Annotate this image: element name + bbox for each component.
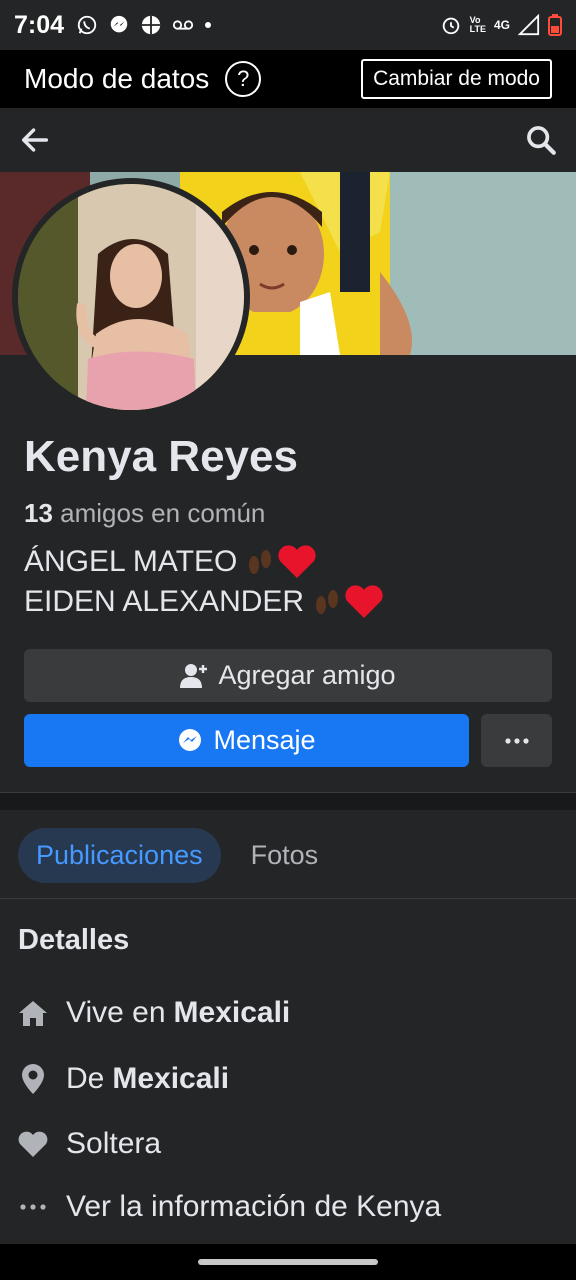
red-heart-emoji-icon (278, 545, 316, 578)
data-mode-title: Modo de datos (24, 63, 210, 94)
alarm-icon (442, 17, 459, 35)
tab-fotos[interactable]: Fotos (251, 828, 319, 883)
search-icon[interactable] (524, 123, 558, 157)
add-person-icon (180, 663, 208, 688)
switch-mode-button[interactable]: Cambiar de modo (361, 59, 552, 99)
notification-dot-icon (205, 22, 212, 28)
arrow-left-icon[interactable] (18, 123, 52, 157)
details-title: Detalles (18, 924, 130, 956)
status-time: 7:04 (14, 10, 65, 39)
red-heart-emoji-icon (345, 585, 383, 618)
profile-avatar[interactable] (12, 178, 250, 416)
footprints-emoji-icon (249, 550, 272, 574)
profile-tabs: Publicaciones Fotos (18, 828, 318, 883)
data-mode-banner: Modo de datos ? Cambiar de modo (0, 50, 576, 108)
nav-bar (0, 108, 576, 172)
whatsapp-icon (77, 15, 97, 35)
bio-line-2: EIDEN ALEXANDER (24, 585, 305, 618)
messenger-icon (110, 15, 128, 33)
network-type: 4G (493, 17, 510, 32)
add-friend-button[interactable]: Agregar amigo (24, 649, 552, 702)
bio-line-1: ÁNGEL MATEO (24, 545, 238, 578)
more-icon (20, 1204, 46, 1210)
volte-indicator: Vo LTE (469, 15, 486, 34)
location-pin-icon (22, 1064, 44, 1094)
home-gesture-handle[interactable] (198, 1259, 378, 1265)
add-friend-label: Agregar amigo (218, 660, 396, 690)
detail-from: De Mexicali (18, 1062, 229, 1096)
home-icon (19, 1001, 47, 1026)
help-button[interactable]: ? (225, 61, 262, 97)
more-icon (504, 737, 529, 744)
voicemail-icon (172, 20, 194, 30)
detail-see-info[interactable]: Ver la información de Kenya (18, 1190, 441, 1224)
profile-bio: ÁNGEL MATEO EIDEN ALEXANDER (24, 542, 384, 622)
detail-lives-in: Vive en Mexicali (18, 996, 290, 1030)
aperture-icon (141, 15, 161, 35)
section-divider (0, 792, 576, 810)
more-options-button[interactable] (481, 714, 552, 767)
signal-icon (518, 14, 540, 36)
heart-icon (18, 1131, 48, 1157)
message-button[interactable]: Mensaje (24, 714, 469, 767)
footprints-emoji-icon (316, 590, 339, 614)
detail-relationship: Soltera (18, 1127, 161, 1161)
message-label: Mensaje (213, 725, 316, 755)
tab-publicaciones[interactable]: Publicaciones (18, 828, 221, 883)
profile-name: Kenya Reyes (24, 432, 298, 481)
tabs-divider (0, 898, 576, 899)
mutual-friends[interactable]: 13 amigos en común (24, 498, 265, 529)
status-bar: 7:04 Vo LTE 4G (0, 0, 576, 50)
battery-icon (548, 14, 562, 36)
messenger-icon (179, 728, 202, 751)
